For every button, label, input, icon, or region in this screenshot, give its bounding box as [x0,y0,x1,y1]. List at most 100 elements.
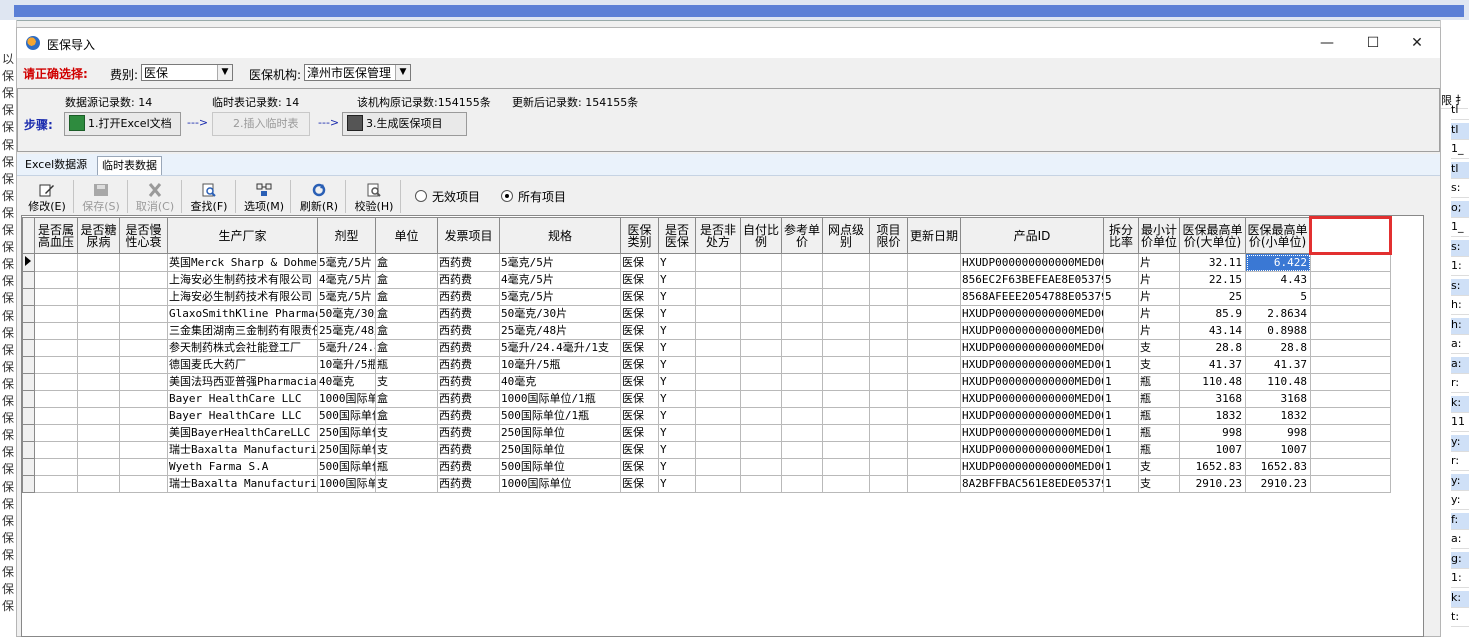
column-header[interactable]: 单位 [375,217,438,254]
table-cell[interactable]: 瓶 [1138,390,1180,408]
table-cell[interactable]: 西药费 [437,339,500,357]
table-cell[interactable] [119,390,168,408]
table-cell[interactable]: 西药费 [437,390,500,408]
table-cell[interactable] [1310,288,1391,306]
table-cell[interactable]: 4毫克/5片 [317,271,376,289]
table-row[interactable]: 瑞士Baxalta Manufacturing1000国际单位支西药费1000国… [22,475,1391,493]
table-cell[interactable]: 瓶 [1138,407,1180,425]
table-cell[interactable] [695,424,741,442]
table-cell[interactable] [907,441,961,459]
table-cell[interactable]: 1 [1103,390,1139,408]
table-cell[interactable]: 1 [1103,475,1139,493]
table-cell[interactable] [34,253,78,272]
table-cell[interactable] [869,356,908,374]
table-cell[interactable] [119,407,168,425]
table-cell[interactable]: Y [658,390,696,408]
table-cell[interactable] [695,373,741,391]
close-button[interactable]: ✕ [1394,28,1440,58]
table-cell[interactable] [781,407,823,425]
table-cell[interactable]: 4.43 [1245,271,1311,289]
table-cell[interactable]: HXUDP000000000000MED000 [960,322,1104,340]
table-cell[interactable] [869,407,908,425]
table-cell[interactable] [822,424,870,442]
table-cell[interactable] [822,390,870,408]
table-cell[interactable]: 40毫克 [499,373,621,391]
generate-items-button[interactable]: 3.生成医保项目 [342,112,467,136]
table-cell[interactable]: HXUDP000000000000MED000 [960,305,1104,323]
table-cell[interactable] [740,271,782,289]
table-row[interactable]: GlaxoSmithKline Pharmaceuticals50毫克/30片盒… [22,305,1391,323]
table-cell[interactable] [119,339,168,357]
table-cell[interactable]: 医保 [620,407,659,425]
row-indicator[interactable] [22,475,35,493]
refresh-button[interactable]: 刷新(R) [293,180,346,213]
table-cell[interactable]: 医保 [620,253,659,272]
radio-button[interactable] [501,190,513,202]
table-cell[interactable] [740,373,782,391]
table-cell[interactable] [1310,390,1391,408]
table-cell[interactable] [907,390,961,408]
table-cell[interactable] [1103,305,1139,323]
table-cell[interactable]: 瓶 [1138,373,1180,391]
table-cell[interactable]: 1 [1103,356,1139,374]
table-cell[interactable] [781,271,823,289]
data-grid[interactable]: 是否属高血压 是否糖尿病 是否慢性心衰 生产厂家 剂型 单位 发票项目 规格 医保类别 是否医保是… [21,215,1424,637]
table-cell[interactable]: 3168 [1179,390,1246,408]
table-cell[interactable]: 1000国际单位/1瓶 [317,390,376,408]
table-cell[interactable] [77,253,120,272]
table-cell[interactable]: 28.8 [1179,339,1246,357]
table-cell[interactable]: 500国际单位/1瓶 [499,407,621,425]
table-cell[interactable] [822,305,870,323]
column-header[interactable]: 医保最高单价(大单位) [1179,217,1246,254]
table-cell[interactable]: 美国法玛西亚普强Pharmacia [167,373,318,391]
table-cell[interactable] [781,339,823,357]
column-header[interactable]: 最小计价单位 [1138,217,1180,254]
table-cell[interactable]: 1652.83 [1245,458,1311,476]
table-cell[interactable] [77,288,120,306]
table-cell[interactable] [781,441,823,459]
table-cell[interactable] [781,322,823,340]
table-cell[interactable]: 5 [1103,271,1139,289]
table-cell[interactable]: 片 [1138,305,1180,323]
table-cell[interactable]: 40毫克 [317,373,376,391]
table-cell[interactable] [1103,253,1139,272]
table-cell[interactable] [822,373,870,391]
table-cell[interactable] [907,339,961,357]
table-cell[interactable]: 医保 [620,305,659,323]
table-cell[interactable]: 1007 [1245,441,1311,459]
table-cell[interactable]: Y [658,253,696,272]
table-cell[interactable] [695,441,741,459]
table-cell[interactable] [695,253,741,272]
table-row[interactable]: 上海安必生制药技术有限公司 5毫克/5片盒西药费 5毫克/5片 医保 Y 8568AFEE… [22,288,1391,306]
table-cell[interactable]: 西药费 [437,271,500,289]
table-cell[interactable] [77,322,120,340]
table-cell[interactable]: 1000国际单位 [317,475,376,493]
table-cell[interactable]: 1 [1103,458,1139,476]
table-cell[interactable] [1103,322,1139,340]
table-cell[interactable] [907,407,961,425]
edit-button[interactable]: 修改(E) [21,180,74,213]
radio-all-items[interactable]: 所有项目 [501,188,566,205]
table-cell[interactable] [34,339,78,357]
table-cell[interactable]: 西药费 [437,441,500,459]
table-cell[interactable]: HXUDP000000000000MED000 [960,356,1104,374]
table-cell[interactable]: 1000国际单位/1瓶 [499,390,621,408]
table-cell[interactable]: 1652.83 [1179,458,1246,476]
table-cell[interactable]: 支 [375,441,438,459]
table-cell[interactable] [1310,339,1391,357]
table-cell[interactable] [695,271,741,289]
table-cell[interactable] [695,288,741,306]
table-cell[interactable] [869,475,908,493]
table-cell[interactable]: 西药费 [437,458,500,476]
table-cell[interactable]: 41.37 [1245,356,1311,374]
table-cell[interactable] [77,373,120,391]
table-cell[interactable] [740,424,782,442]
table-cell[interactable]: 10毫升/5瓶 [317,356,376,374]
table-cell[interactable]: Y [658,271,696,289]
column-header[interactable]: 发票项目 [437,217,500,254]
table-cell[interactable] [119,458,168,476]
table-cell[interactable]: 盒 [375,322,438,340]
table-cell[interactable]: HXUDP000000000000MED000 [960,373,1104,391]
table-cell[interactable]: 1 [1103,441,1139,459]
table-cell[interactable] [34,305,78,323]
